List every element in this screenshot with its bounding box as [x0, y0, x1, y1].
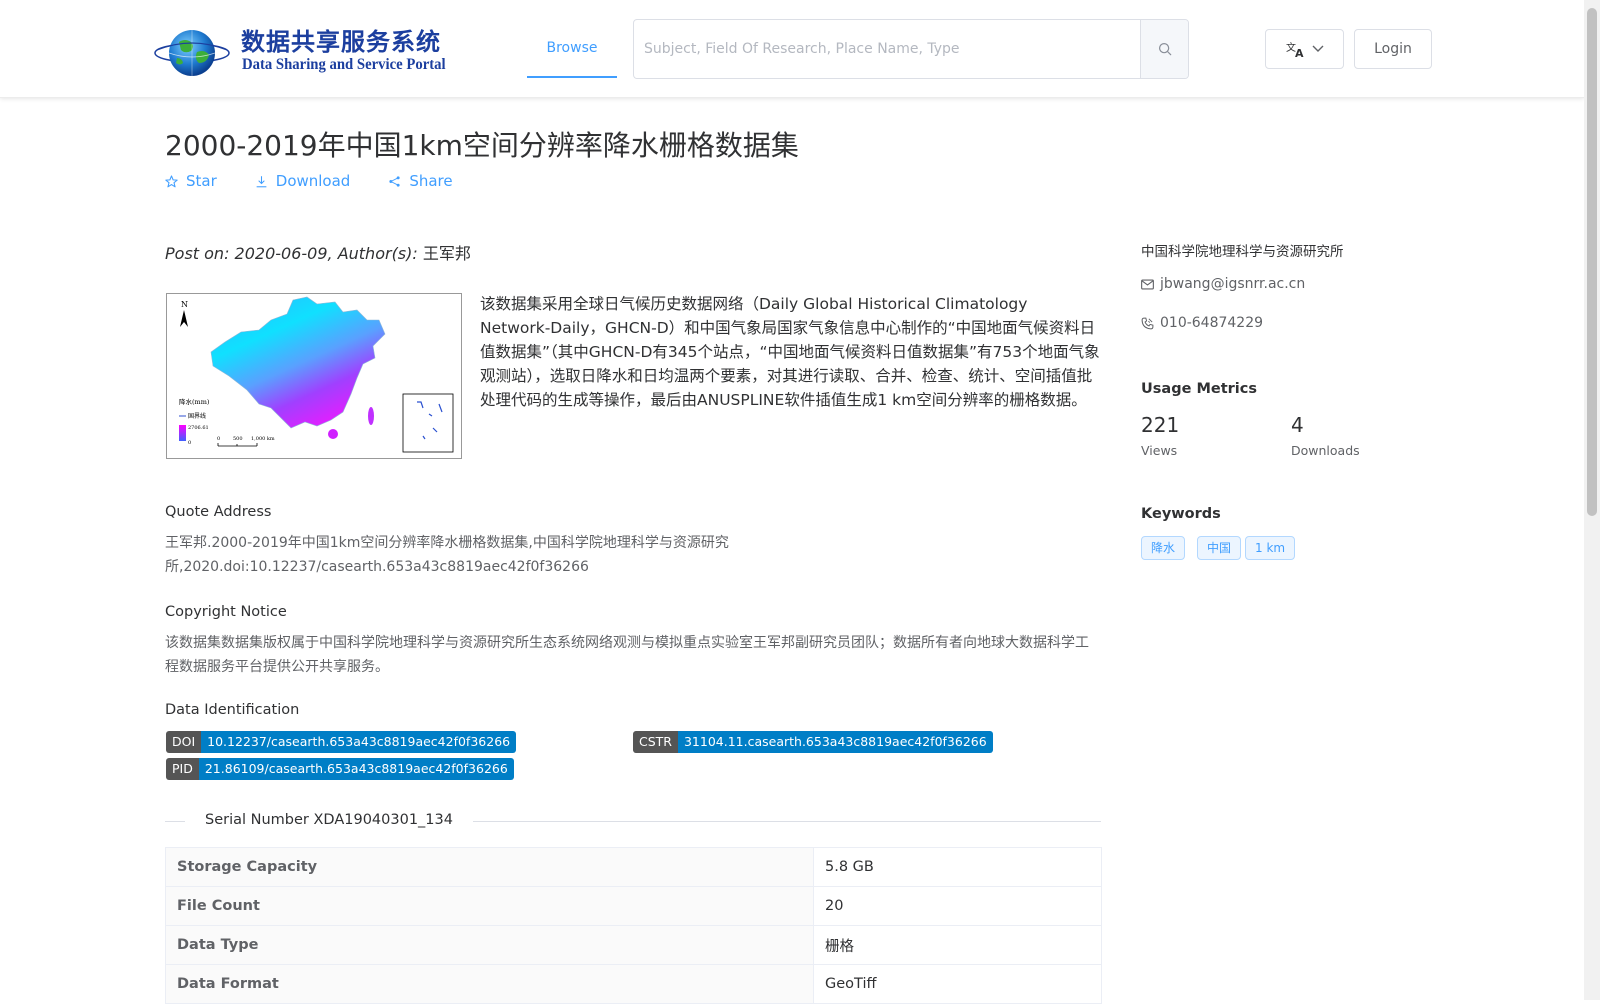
legend-min-label: 0 — [188, 440, 191, 446]
scale-label-1000: 1,000 km — [251, 436, 275, 442]
language-selector[interactable]: 文 A — [1265, 29, 1344, 69]
legend-title: 降水(mm) — [179, 397, 210, 406]
search-input[interactable] — [634, 20, 1142, 78]
serial-number: Serial Number XDA19040301_134 — [185, 812, 473, 828]
top-navigation-bar: 数据共享服务系统 Data Sharing and Service Portal… — [0, 0, 1584, 98]
scale-label-500: 500 — [233, 436, 243, 442]
translate-icon: 文 A — [1286, 41, 1304, 58]
detail-value: GeoTiff — [813, 964, 1102, 1004]
dataset-actions: Star Download Share — [165, 172, 491, 190]
contact-email[interactable]: jbwang@igsnrr.ac.cn — [1141, 276, 1305, 292]
scale-label-0: 0 — [217, 436, 220, 442]
login-button[interactable]: Login — [1354, 29, 1432, 69]
precipitation-map-image: N 降水(mm) 国界线 2706.61 0 0 500 1,000 km — [179, 296, 454, 453]
data-identification-heading: Data Identification — [165, 702, 300, 718]
table-row: Storage Capacity 5.8 GB — [165, 847, 1102, 887]
detail-value: 栅格 — [813, 925, 1102, 965]
copyright-heading: Copyright Notice — [165, 604, 287, 620]
post-date: Post on: 2020-06-09, Author(s): — [165, 244, 418, 263]
star-icon — [165, 174, 178, 187]
detail-key: Data Format — [165, 964, 814, 1004]
views-label: Views — [1141, 443, 1178, 458]
table-row: Data Format GeoTiff — [165, 964, 1102, 1004]
legend-max-label: 2706.61 — [188, 425, 209, 431]
usage-metrics-heading: Usage Metrics — [1141, 381, 1257, 397]
quote-address-text: 王军邦.2000-2019年中国1km空间分辨率降水栅格数据集,中国科学院地理科… — [165, 535, 729, 575]
keyword-tag[interactable]: 降水 — [1141, 536, 1186, 560]
cstr-key: CSTR — [633, 731, 678, 753]
page-scrollbar[interactable] — [1584, 0, 1600, 1000]
keyword-tag[interactable]: 1 km — [1245, 536, 1296, 560]
star-button[interactable]: Star — [165, 172, 217, 190]
detail-key: File Count — [165, 886, 814, 926]
search-icon — [1158, 42, 1171, 56]
copyright-text: 该数据集数据集版权属于中国科学院地理科学与资源研究所生态系统网络观测与模拟重点实… — [165, 635, 1089, 675]
quote-address-heading: Quote Address — [165, 504, 272, 520]
phone-text: 010-64874229 — [1160, 315, 1264, 331]
author-name[interactable]: 王军邦 — [423, 244, 471, 263]
doi-value: 10.12237/casearth.653a43c8819aec42f0f362… — [201, 731, 517, 753]
keyword-tag[interactable]: 中国 — [1197, 536, 1242, 560]
views-count: 221 — [1141, 413, 1180, 437]
cstr-value: 31104.11.casearth.653a43c8819aec42f0f362… — [677, 731, 993, 753]
cstr-badge[interactable]: CSTR 31104.11.casearth.653a43c8819aec42f… — [633, 731, 993, 753]
pid-value: 21.86109/casearth.653a43c8819aec42f0f362… — [198, 758, 514, 780]
pid-badge[interactable]: PID 21.86109/casearth.653a43c8819aec42f0… — [166, 758, 514, 780]
share-button[interactable]: Share — [388, 172, 453, 190]
scrollbar-thumb[interactable] — [1587, 8, 1597, 516]
downloads-count: 4 — [1291, 413, 1304, 437]
table-row: Data Type 栅格 — [165, 925, 1102, 965]
nav-browse-tab[interactable]: Browse — [527, 20, 617, 78]
contact-phone: 010-64874229 — [1141, 315, 1263, 331]
mail-icon — [1141, 278, 1154, 290]
download-icon — [256, 175, 267, 187]
search-box — [633, 19, 1189, 79]
dataset-thumbnail[interactable]: N 降水(mm) 国界线 2706.61 0 0 500 1,000 km — [166, 293, 462, 459]
portal-logo[interactable]: 数据共享服务系统 Data Sharing and Service Portal — [153, 20, 446, 80]
dataset-title: 2000-2019年中国1km空间分辨率降水栅格数据集 — [165, 129, 799, 162]
detail-key: Storage Capacity — [165, 847, 814, 887]
dataset-abstract: 该数据集采用全球日气候历史数据网络（Daily Global Historica… — [480, 295, 1100, 409]
detail-key: Data Type — [165, 925, 814, 965]
share-icon — [389, 175, 400, 187]
logo-chinese-name: 数据共享服务系统 — [241, 27, 441, 56]
detail-value: 20 — [813, 886, 1102, 926]
keywords-heading: Keywords — [1141, 506, 1221, 522]
search-button[interactable] — [1140, 20, 1188, 78]
email-text: jbwang@igsnrr.ac.cn — [1160, 276, 1306, 292]
organization-name[interactable]: 中国科学院地理科学与资源研究所 — [1141, 240, 1344, 260]
globe-logo-icon — [154, 30, 230, 76]
doi-key: DOI — [166, 731, 202, 753]
share-label: Share — [409, 172, 453, 190]
table-row: File Count 20 — [165, 886, 1102, 926]
svg-text:A: A — [1295, 47, 1304, 58]
chevron-down-icon — [1312, 45, 1323, 52]
download-label: Download — [275, 172, 351, 190]
dataset-details-table: Storage Capacity 5.8 GB File Count 20 Da… — [165, 847, 1102, 1004]
legend-border-label: 国界线 — [188, 412, 206, 420]
detail-value: 5.8 GB — [813, 847, 1102, 887]
download-button[interactable]: Download — [255, 172, 351, 190]
downloads-label: Downloads — [1291, 443, 1360, 458]
doi-badge[interactable]: DOI 10.12237/casearth.653a43c8819aec42f0… — [166, 731, 517, 753]
pid-key: PID — [166, 758, 199, 780]
post-meta: Post on: 2020-06-09, Author(s): 王军邦 — [165, 240, 471, 264]
north-arrow-label: N — [181, 300, 188, 309]
star-label: Star — [186, 172, 217, 190]
phone-icon — [1141, 317, 1154, 329]
logo-english-name: Data Sharing and Service Portal — [242, 56, 446, 73]
